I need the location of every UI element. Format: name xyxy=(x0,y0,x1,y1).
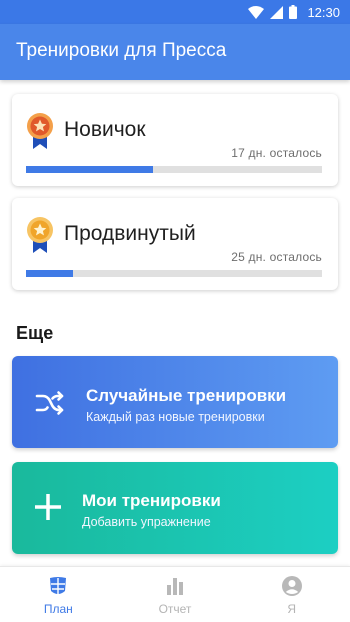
days-left: 17 дн. осталось xyxy=(231,146,322,160)
level-card-advanced[interactable]: Продвинутый 25 дн. осталось xyxy=(12,198,338,290)
progress-fill xyxy=(26,166,154,173)
my-workouts-title: Мои тренировки xyxy=(82,491,221,510)
plus-icon xyxy=(35,494,61,520)
wifi-icon xyxy=(248,5,265,19)
nav-item-profile[interactable]: Я xyxy=(233,567,350,622)
progress-fill xyxy=(26,270,74,277)
signal-icon xyxy=(270,5,284,19)
status-icons: 12:30 xyxy=(248,3,340,21)
bar-chart-icon xyxy=(167,578,183,595)
my-workouts-card[interactable]: Мои тренировки Добавить упражнение xyxy=(12,462,338,554)
shuffle-icon xyxy=(35,391,64,415)
bottom-nav: План Отчет Я xyxy=(0,566,350,622)
nav-label-report: Отчет xyxy=(158,602,192,616)
app-bar: Тренировки для Пресса xyxy=(0,24,350,80)
app-title: Тренировки для Пресса xyxy=(16,40,227,61)
status-time: 12:30 xyxy=(307,4,340,20)
progress-track xyxy=(26,270,322,277)
level-name: Продвинутый xyxy=(64,222,196,245)
progress-track xyxy=(26,166,322,173)
plan-icon xyxy=(50,577,67,594)
nav-item-report[interactable]: Отчет xyxy=(117,567,234,622)
status-bar: 12:30 xyxy=(0,0,350,24)
profile-icon xyxy=(281,576,302,596)
nav-label-plan: План xyxy=(43,602,73,616)
level-name: Новичок xyxy=(64,118,146,141)
random-workouts-subtitle: Каждый раз новые тренировки xyxy=(86,410,265,424)
my-workouts-subtitle: Добавить упражнение xyxy=(82,515,211,529)
battery-icon xyxy=(289,5,298,19)
level-card-beginner[interactable]: Новичок 17 дн. осталось xyxy=(12,94,338,186)
random-workouts-title: Случайные тренировки xyxy=(86,386,287,405)
days-left: 25 дн. осталось xyxy=(231,250,322,264)
medal-icon xyxy=(27,113,53,149)
random-workouts-card[interactable]: Случайные тренировки Каждый раз новые тр… xyxy=(12,356,338,448)
medal-icon xyxy=(27,217,53,253)
nav-label-profile: Я xyxy=(287,602,297,616)
nav-item-plan[interactable]: План xyxy=(0,567,117,622)
section-title-more: Еще xyxy=(16,323,54,343)
